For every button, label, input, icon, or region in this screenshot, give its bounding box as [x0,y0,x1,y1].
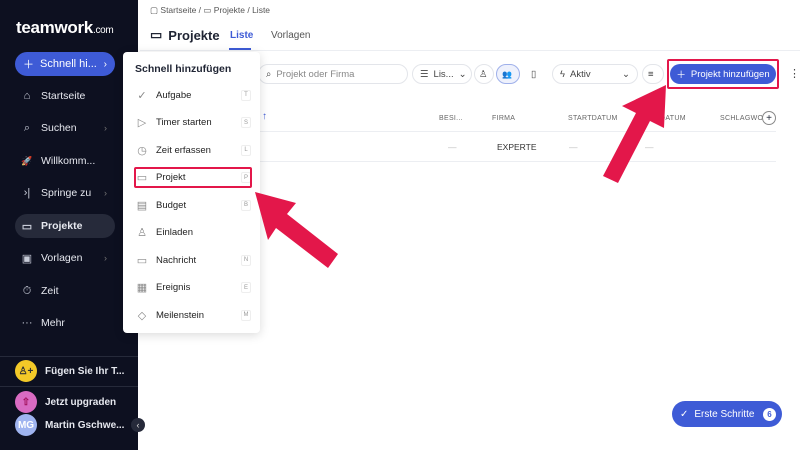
getting-started-button[interactable]: ✓ Erste Schritte 6 [672,401,782,427]
check-circle-icon: ✓ [680,408,689,420]
getting-started-count: 6 [763,407,776,421]
arrow-to-add-project-icon [603,85,666,183]
getting-started-label: Erste Schritte [694,408,755,420]
arrow-to-projekt-icon [255,192,338,268]
annotation-arrows [255,85,666,268]
